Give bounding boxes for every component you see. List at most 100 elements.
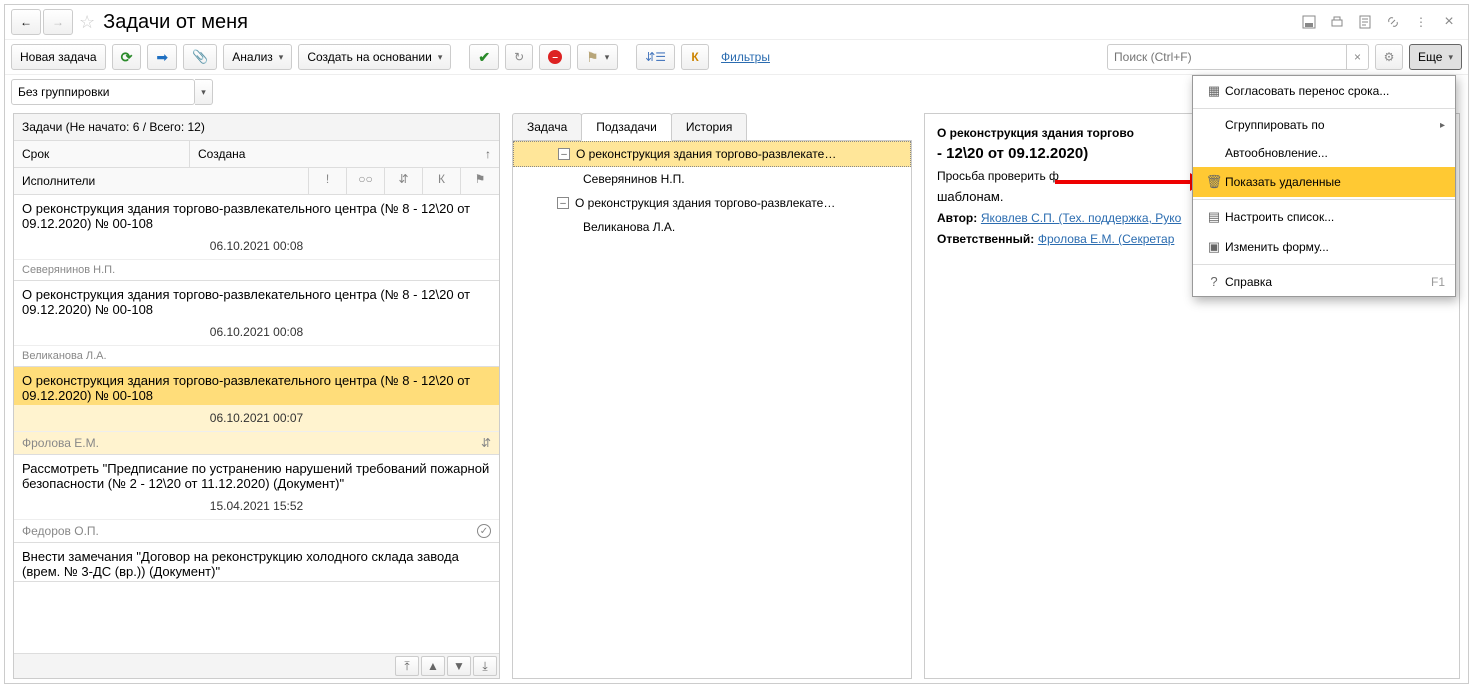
tree-mini-icon: ⇵ xyxy=(481,436,491,450)
menu-autorefresh[interactable]: Автообновление... xyxy=(1193,139,1455,167)
trash-icon: 🗑 xyxy=(1203,174,1225,190)
analysis-button[interactable]: Анализ xyxy=(223,44,292,70)
search-input[interactable] xyxy=(1107,44,1347,70)
task-title: О реконструкция здания торгово-развлекат… xyxy=(14,281,499,319)
print-icon[interactable] xyxy=(1324,9,1350,35)
more-menu: ▦ Согласовать перенос срока... Сгруппиро… xyxy=(1192,75,1456,297)
task-title: Внести замечания "Договор на реконструкц… xyxy=(14,543,499,581)
tree-view-button[interactable]: ⇵☰ xyxy=(636,44,675,70)
arrow-right-icon: → xyxy=(52,15,64,29)
col-due[interactable]: Срок xyxy=(14,141,190,167)
chevron-down-icon: ▼ xyxy=(453,659,465,673)
scroll-top-button[interactable]: ⤒ xyxy=(395,656,419,676)
collapse-icon[interactable]: – xyxy=(558,148,570,160)
menu-configure-list[interactable]: ▤ Настроить список... xyxy=(1193,202,1455,232)
done-icon: ✓ xyxy=(477,524,491,538)
refresh-button[interactable]: ⟳ xyxy=(112,44,142,70)
task-date: 06.10.2021 00:07 xyxy=(14,405,499,431)
tab-history[interactable]: История xyxy=(671,113,748,140)
save-icon[interactable] xyxy=(1296,9,1322,35)
form-icon: ▣ xyxy=(1203,239,1225,255)
task-row[interactable]: Рассмотреть "Предписание по устранению н… xyxy=(14,455,499,543)
task-executor: Фролова Е.М.⇵ xyxy=(14,431,499,454)
accept-button[interactable]: ✔ xyxy=(469,44,499,70)
more-button[interactable]: Еще xyxy=(1409,44,1462,70)
check-icon: ✔ xyxy=(478,49,490,66)
nav-back-button[interactable]: ← xyxy=(11,9,41,35)
col-status-icon[interactable]: ○○ xyxy=(347,168,385,194)
arrow-forward-icon: ➡ xyxy=(156,49,168,66)
task-title: О реконструкция здания торгово-развлекат… xyxy=(14,195,499,233)
menu-change-form[interactable]: ▣ Изменить форму... xyxy=(1193,232,1455,262)
task-row[interactable]: О реконструкция здания торгово-развлекат… xyxy=(14,195,499,281)
page-title: Задачи от меня xyxy=(103,11,248,34)
create-based-button[interactable]: Создать на основании xyxy=(298,44,451,70)
task-row[interactable]: О реконструкция здания торгово-развлекат… xyxy=(14,281,499,367)
scroll-bottom-icon: ⤓ xyxy=(482,659,487,674)
new-task-button[interactable]: Новая задача xyxy=(11,44,106,70)
calendar-icon: ▦ xyxy=(1203,83,1225,99)
attach-button[interactable]: 📎 xyxy=(183,44,217,70)
col-priority-icon[interactable]: ! xyxy=(309,168,347,194)
menu-help[interactable]: ? Справка F1 xyxy=(1193,267,1455,296)
task-date: 15.04.2021 15:52 xyxy=(14,493,499,519)
tree-row[interactable]: – О реконструкция здания торгово-развлек… xyxy=(513,141,911,167)
redo-button[interactable]: ↻ xyxy=(505,44,533,70)
menu-approve-reschedule[interactable]: ▦ Согласовать перенос срока... xyxy=(1193,76,1455,106)
forward-button[interactable]: ➡ xyxy=(147,44,177,70)
kebab-icon[interactable]: ⋮ xyxy=(1408,9,1434,35)
help-icon: ? xyxy=(1203,274,1225,289)
nav-forward-button[interactable]: → xyxy=(43,9,73,35)
search-clear-button[interactable]: × xyxy=(1347,44,1369,70)
tree-label: Великанова Л.А. xyxy=(583,220,675,234)
task-date: 06.10.2021 00:08 xyxy=(14,233,499,259)
tree-row[interactable]: Северянинов Н.П. xyxy=(513,167,911,191)
tab-task[interactable]: Задача xyxy=(512,113,582,140)
flag-button[interactable]: ⚑ xyxy=(577,44,618,70)
report-icon[interactable] xyxy=(1352,9,1378,35)
tab-subtasks[interactable]: Подзадачи xyxy=(581,113,672,141)
k-button[interactable]: К xyxy=(681,44,709,70)
close-button[interactable]: × xyxy=(1436,9,1462,35)
chevron-down-icon: ▾ xyxy=(201,87,206,98)
clear-icon: × xyxy=(1354,50,1361,64)
tree-row[interactable]: Великанова Л.А. xyxy=(513,215,911,239)
task-title: О реконструкция здания торгово-развлекат… xyxy=(14,367,499,405)
scroll-bottom-button[interactable]: ⤓ xyxy=(473,656,497,676)
tree-label: О реконструкция здания торгово-развлекат… xyxy=(575,196,835,210)
refresh-icon: ⟳ xyxy=(121,49,133,66)
col-created[interactable]: Создана↑ xyxy=(190,141,499,167)
list-settings-icon: ▤ xyxy=(1203,209,1225,225)
tree-icon: ⇵☰ xyxy=(645,50,666,64)
task-row[interactable]: Внести замечания "Договор на реконструкц… xyxy=(14,543,499,582)
author-link[interactable]: Яковлев С.П. (Тех. поддержка, Руко xyxy=(981,211,1181,225)
close-icon: × xyxy=(1444,13,1453,31)
tasks-summary: Задачи (Не начато: 6 / Всего: 12) xyxy=(14,114,499,141)
col-tree-icon[interactable]: ⇵ xyxy=(385,168,423,194)
collapse-icon[interactable]: – xyxy=(557,197,569,209)
chevron-up-icon: ▲ xyxy=(427,659,439,673)
tree-label: Северянинов Н.П. xyxy=(583,172,685,186)
task-row[interactable]: О реконструкция здания торгово-развлекат… xyxy=(14,367,499,455)
task-executor: Федоров О.П.✓ xyxy=(14,519,499,542)
col-executors[interactable]: Исполнители xyxy=(14,168,309,194)
responsible-link[interactable]: Фролова Е.М. (Секретар xyxy=(1038,232,1175,246)
scroll-up-button[interactable]: ▲ xyxy=(421,656,445,676)
menu-show-deleted[interactable]: 🗑 Показать удаленные xyxy=(1193,167,1455,197)
stop-button[interactable]: – xyxy=(539,44,571,70)
star-icon[interactable]: ☆ xyxy=(79,12,95,33)
filters-link[interactable]: Фильтры xyxy=(721,50,770,64)
flag-icon: ⚑ xyxy=(586,49,599,66)
link-icon[interactable] xyxy=(1380,9,1406,35)
task-executor: Северянинов Н.П. xyxy=(14,259,499,280)
scroll-down-button[interactable]: ▼ xyxy=(447,656,471,676)
menu-group-by[interactable]: Сгруппировать по xyxy=(1193,111,1455,139)
col-flag-icon[interactable]: ⚑ xyxy=(461,168,499,194)
redo-icon: ↻ xyxy=(514,50,524,64)
arrow-left-icon: ← xyxy=(20,15,32,29)
paperclip-icon: 📎 xyxy=(192,49,208,65)
sort-asc-icon: ↑ xyxy=(485,147,491,161)
col-k[interactable]: К xyxy=(423,168,461,194)
settings-button[interactable]: ⚙ xyxy=(1375,44,1403,70)
tree-row[interactable]: – О реконструкция здания торгово-развлек… xyxy=(513,191,911,215)
